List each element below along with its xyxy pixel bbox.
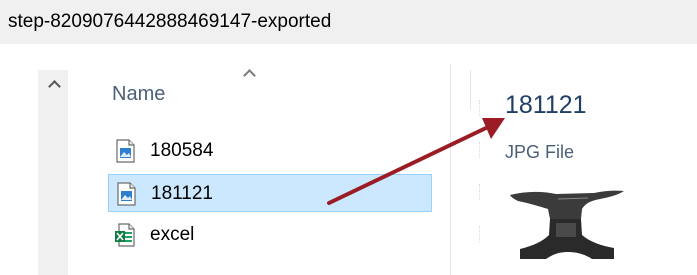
file-explorer-screenshot: step-8209076442888469147-exported Name 1… (0, 0, 697, 275)
details-pane-divider[interactable] (450, 64, 451, 275)
image-file-icon (116, 139, 135, 163)
details-file-type: JPG File (505, 142, 575, 162)
file-name-label: excel (150, 224, 195, 245)
excel-file-icon (115, 223, 135, 247)
window-title: step-8209076442888469147-exported (8, 11, 332, 32)
sort-ascending-icon (242, 68, 256, 76)
explorer-window: Name 180584 181121 excel 181121 JPG File (0, 44, 697, 275)
file-row[interactable]: excel (108, 216, 432, 254)
file-name-label: 180584 (150, 140, 214, 161)
details-pane: 181121 JPG File (450, 44, 697, 275)
navigation-pane (38, 70, 68, 275)
file-name-label: 181121 (151, 183, 213, 204)
details-file-name: 181121 (505, 91, 587, 119)
column-header-name[interactable]: Name (112, 80, 165, 108)
file-list: Name 180584 181121 excel (70, 44, 480, 275)
chevron-up-icon[interactable] (48, 79, 60, 89)
file-row-selected[interactable]: 181121 (108, 174, 432, 212)
anvil-image (508, 179, 626, 265)
image-file-icon (117, 182, 136, 206)
file-row[interactable]: 180584 (108, 132, 432, 170)
